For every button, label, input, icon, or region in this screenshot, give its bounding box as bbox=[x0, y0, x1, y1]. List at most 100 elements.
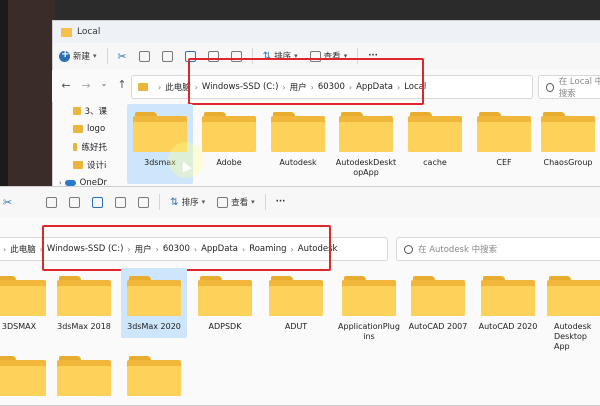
folder-label: AutodeskDeskt opApp bbox=[335, 158, 397, 177]
sidebar-item[interactable]: 练好托 bbox=[55, 138, 107, 156]
copy-icon bbox=[46, 196, 58, 208]
divider bbox=[106, 48, 108, 64]
search-input[interactable]: 在 Autodesk 中搜索 bbox=[396, 237, 600, 261]
chevron-down-icon: ▾ bbox=[294, 52, 298, 60]
folder-item-autodesk-desktop-app[interactable]: Autodesk Desktop App bbox=[544, 276, 600, 352]
recent-chevron-icon[interactable]: ⌄ bbox=[96, 79, 112, 88]
crumb-users[interactable]: 用户 bbox=[290, 81, 307, 93]
folder-item[interactable] bbox=[51, 356, 117, 396]
folder-item-autodeskdesktopapp[interactable]: AutodeskDeskt opApp bbox=[333, 112, 399, 178]
folder-label: ADUT bbox=[284, 322, 308, 331]
crumb-roaming[interactable]: Roaming bbox=[249, 244, 286, 254]
share-icon bbox=[115, 196, 127, 208]
folder-item-chaosgroup[interactable]: ChaosGroup bbox=[536, 112, 600, 168]
rename-button[interactable] bbox=[86, 192, 109, 212]
copy-button[interactable] bbox=[40, 192, 63, 212]
crumb-drive[interactable]: Windows-SSD (C:) bbox=[202, 82, 278, 92]
up-arrow-icon[interactable]: ↑ bbox=[114, 78, 130, 91]
sidebar-item[interactable]: logo bbox=[55, 120, 107, 138]
sidebar-item[interactable]: 3、课 bbox=[55, 102, 107, 120]
crumb-drive[interactable]: Windows-SSD (C:) bbox=[47, 244, 123, 254]
rename-icon bbox=[184, 50, 196, 62]
search-icon bbox=[546, 82, 554, 92]
sort-button[interactable]: ⇅ 排序 ▾ bbox=[257, 46, 304, 66]
crumb-appdata[interactable]: AppData bbox=[201, 244, 238, 254]
crumb-local[interactable]: Local bbox=[404, 82, 426, 92]
folder-item-cef[interactable]: CEF bbox=[471, 112, 537, 168]
folder-item-3dsmax-upper[interactable]: 3DSMAX bbox=[0, 276, 52, 332]
more-label: ··· bbox=[275, 197, 286, 207]
delete-button[interactable] bbox=[225, 46, 248, 66]
folder-item-autocad-2007[interactable]: AutoCAD 2007 bbox=[405, 276, 471, 332]
divider bbox=[264, 194, 266, 210]
sort-button[interactable]: ⇅ 排序 ▾ bbox=[164, 192, 211, 212]
folder-item-adpsdk[interactable]: ADPSDK bbox=[192, 276, 258, 332]
view-label: 查看 bbox=[231, 198, 249, 208]
folder-icon bbox=[73, 125, 83, 133]
sidebar-item[interactable]: 设计i bbox=[55, 156, 107, 174]
folder-item-cache[interactable]: cache bbox=[402, 112, 468, 168]
folder-icon bbox=[198, 276, 252, 316]
cut-button[interactable]: ✂ bbox=[112, 46, 133, 66]
folder-label: Autodesk Desktop App bbox=[554, 322, 592, 351]
crumb-users[interactable]: 用户 bbox=[135, 243, 152, 255]
more-options-button[interactable]: ··· bbox=[270, 192, 292, 212]
paste-button[interactable] bbox=[156, 46, 179, 66]
crumb-this-pc[interactable]: 此电脑 bbox=[165, 81, 191, 93]
folder-item-adut[interactable]: ADUT bbox=[263, 276, 329, 332]
folder-icon bbox=[73, 107, 81, 115]
paste-button[interactable] bbox=[63, 192, 86, 212]
paste-icon bbox=[69, 196, 81, 208]
back-arrow-icon[interactable]: ← bbox=[58, 79, 74, 92]
folder-item-autocad-2020[interactable]: AutoCAD 2020 bbox=[475, 276, 541, 332]
folder-icon bbox=[339, 112, 393, 152]
folder-item-adobe[interactable]: Adobe bbox=[196, 112, 262, 168]
search-input[interactable]: 在 Local 中搜索 bbox=[538, 75, 600, 99]
delete-button[interactable] bbox=[132, 192, 155, 212]
folder-label: CEF bbox=[496, 158, 512, 167]
new-button[interactable]: 新建 ▾ bbox=[53, 46, 103, 66]
address-bar[interactable]: › 此电脑 › Windows-SSD (C:) › 用户 › 60300 › … bbox=[0, 237, 388, 261]
share-button[interactable] bbox=[109, 192, 132, 212]
share-button[interactable] bbox=[202, 46, 225, 66]
rename-button[interactable] bbox=[179, 46, 202, 66]
folder-item-3dsmax-2020[interactable]: 3dsMax 2020 bbox=[121, 268, 187, 338]
copy-button[interactable] bbox=[133, 46, 156, 66]
folder-item[interactable] bbox=[0, 356, 52, 396]
forward-arrow-icon[interactable]: → bbox=[78, 79, 94, 92]
paste-icon bbox=[161, 50, 173, 62]
folder-item[interactable] bbox=[121, 356, 187, 396]
folder-item-autodesk[interactable]: Autodesk bbox=[265, 112, 331, 168]
crumb-autodesk[interactable]: Autodesk bbox=[298, 244, 338, 254]
share-icon bbox=[207, 50, 219, 62]
more-options-button[interactable]: ··· bbox=[362, 46, 384, 66]
folder-icon bbox=[342, 276, 396, 316]
folder-label: cache bbox=[423, 158, 447, 167]
view-button[interactable]: 查看 ▾ bbox=[211, 192, 261, 212]
view-button[interactable]: 查看 ▾ bbox=[304, 46, 354, 66]
crumb-this-pc[interactable]: 此电脑 bbox=[10, 243, 36, 255]
search-icon bbox=[404, 244, 413, 254]
crumb-user[interactable]: 60300 bbox=[318, 82, 345, 92]
rename-icon bbox=[92, 196, 104, 208]
address-bar[interactable]: › 此电脑 › Windows-SSD (C:) › 用户 › 60300 › … bbox=[131, 75, 533, 99]
folder-item-applicationplugins[interactable]: ApplicationPlug ins bbox=[334, 276, 404, 342]
folder-icon bbox=[481, 276, 535, 316]
folder-icon bbox=[269, 276, 323, 316]
chevron-down-icon: ▾ bbox=[343, 52, 348, 60]
chevron-right-icon: › bbox=[396, 82, 401, 92]
cut-button[interactable]: ✂ bbox=[0, 192, 18, 212]
view-label: 查看 bbox=[323, 52, 341, 62]
sidebar-item-label: logo bbox=[87, 124, 106, 134]
scissors-icon: ✂ bbox=[117, 49, 127, 63]
view-icon bbox=[217, 196, 229, 208]
folder-icon bbox=[127, 276, 181, 316]
folder-item-3dsmax-2018[interactable]: 3dsMax 2018 bbox=[51, 276, 117, 332]
command-bar: 新建 ▾ ✂ ⇅ 排序 ▾ 查看 ▾ ··· bbox=[53, 43, 600, 69]
chevron-right-icon: › bbox=[155, 244, 159, 254]
chevron-right-icon: › bbox=[348, 82, 353, 92]
crumb-user[interactable]: 60300 bbox=[163, 244, 190, 254]
folder-icon bbox=[73, 143, 78, 151]
folder-icon bbox=[0, 276, 46, 316]
crumb-appdata[interactable]: AppData bbox=[356, 82, 393, 92]
